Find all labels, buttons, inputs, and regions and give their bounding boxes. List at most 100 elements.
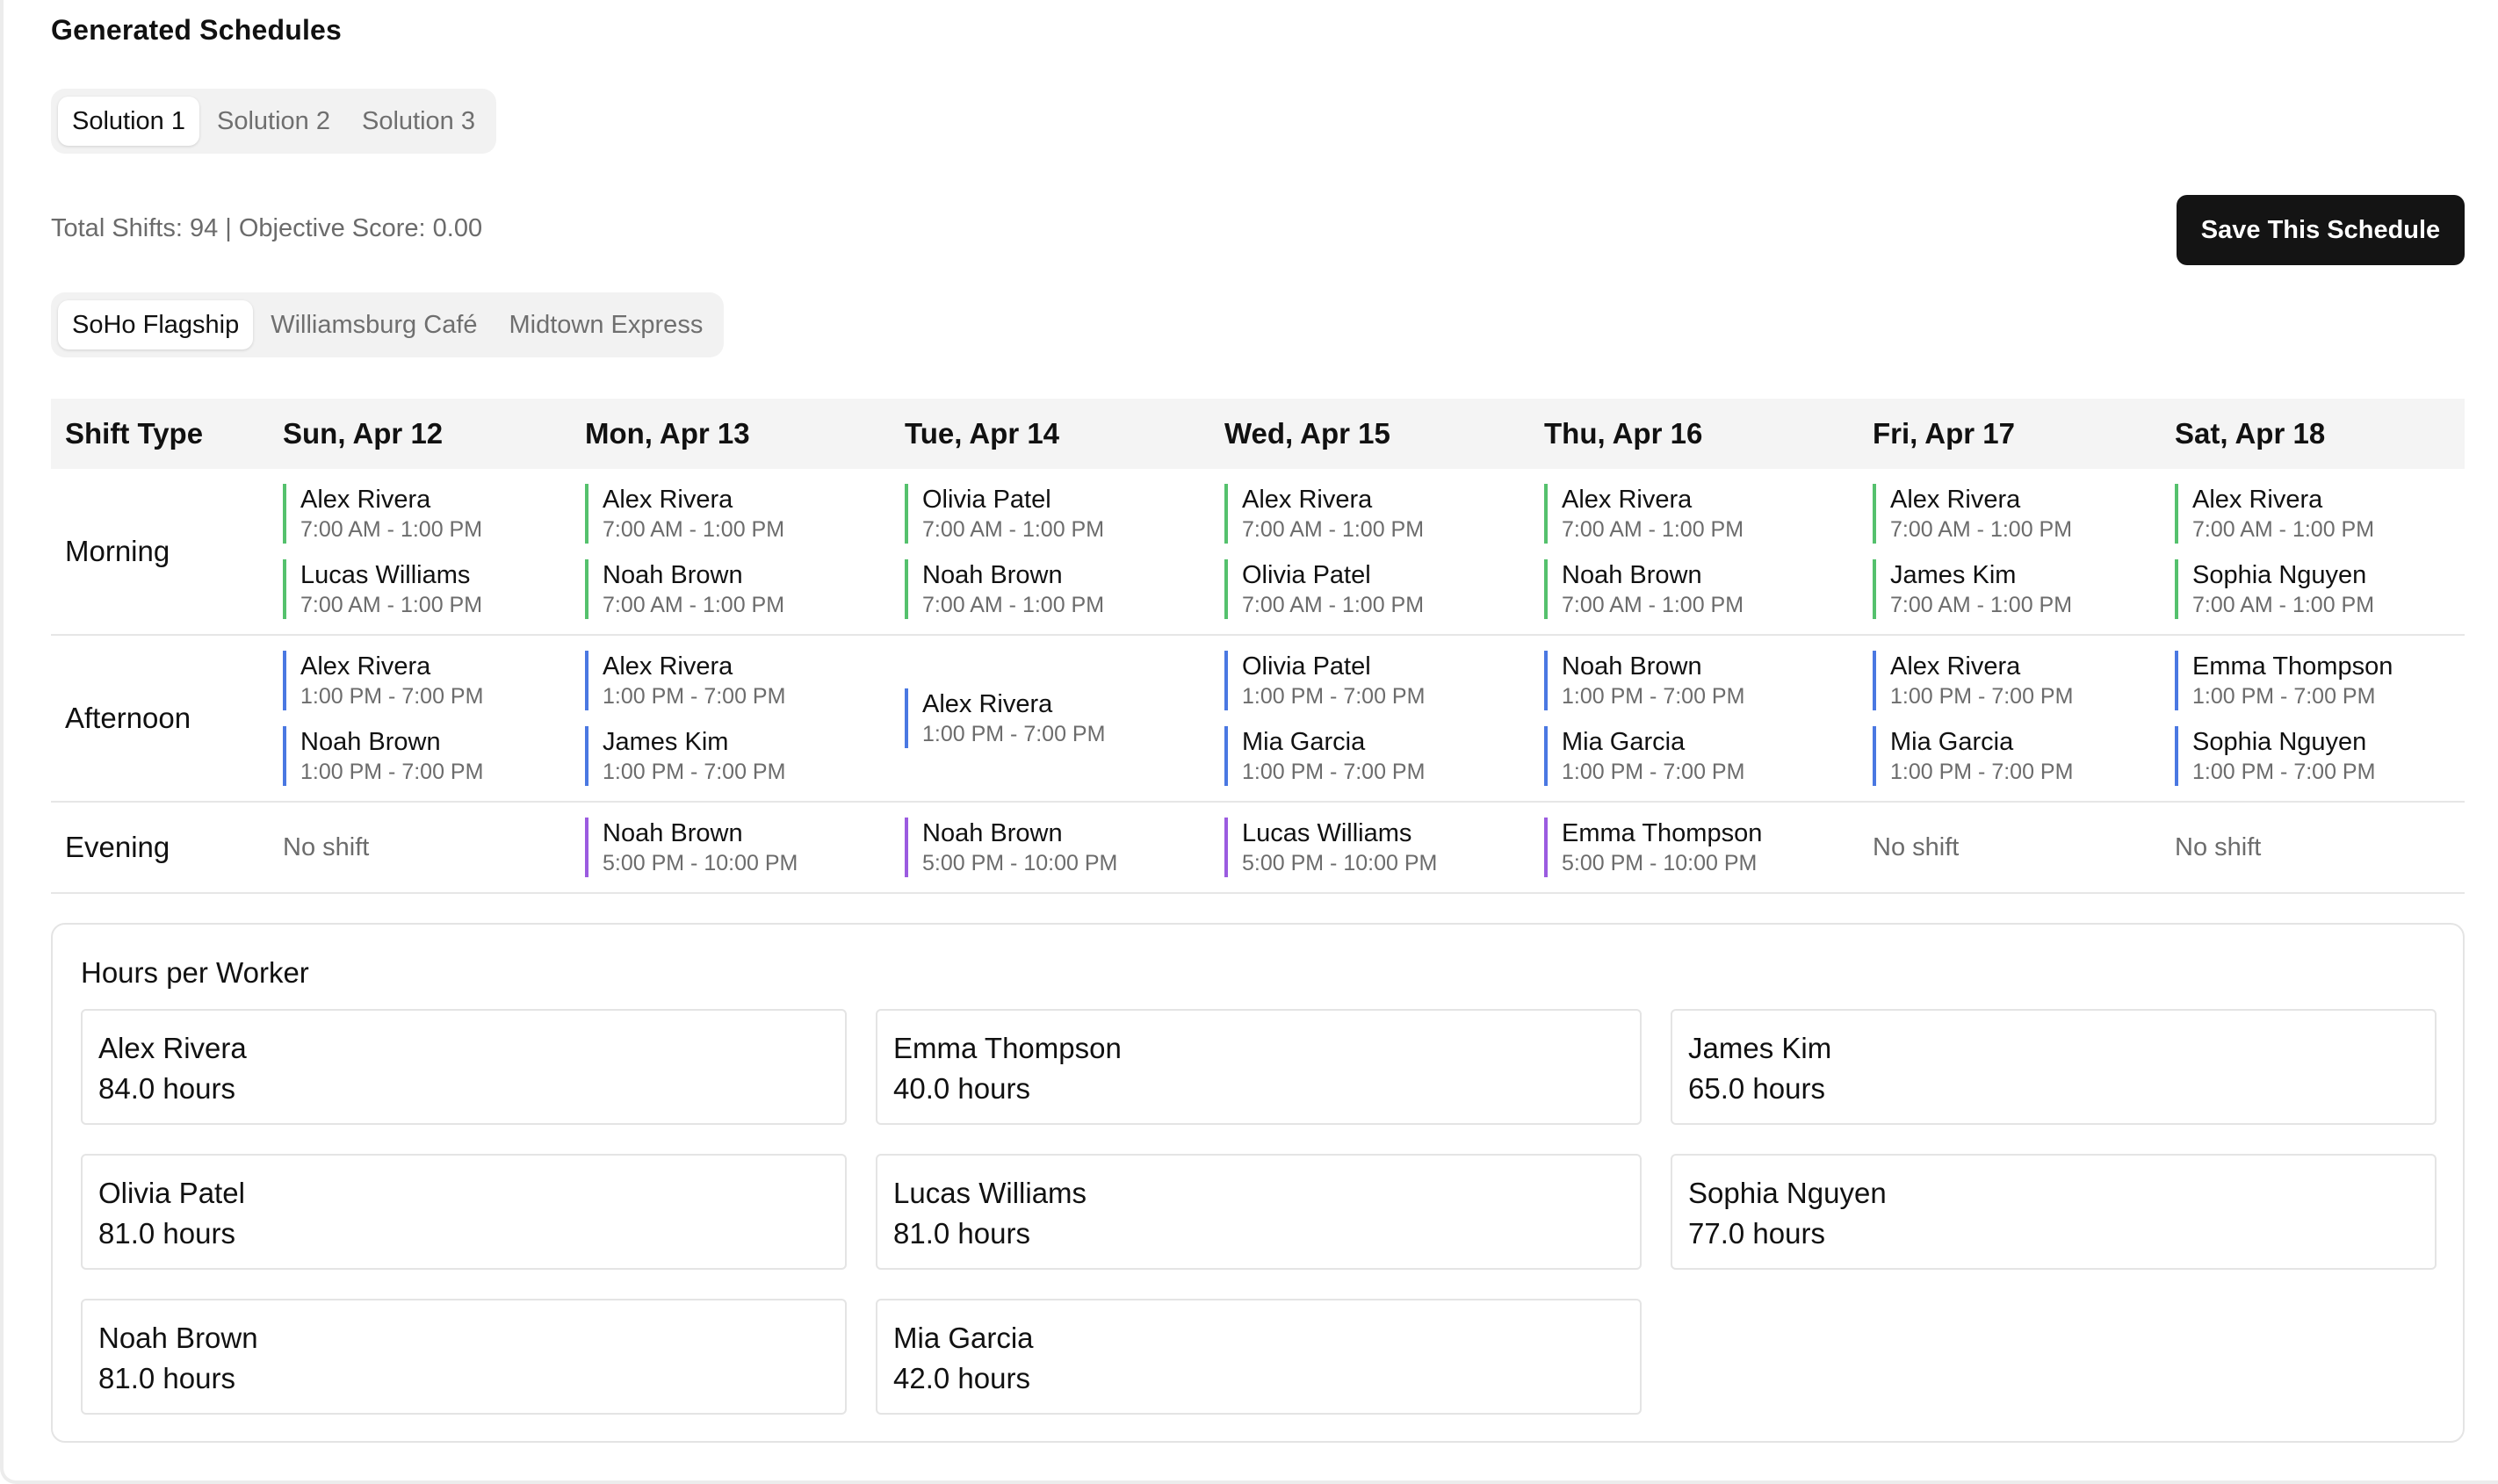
worker-hours-value: 40.0 hours bbox=[893, 1072, 1030, 1105]
shift-time-range: 7:00 AM - 1:00 PM bbox=[2192, 593, 2375, 617]
shift-worker-name: Sophia Nguyen bbox=[2192, 561, 2367, 589]
shift-list: Alex Rivera 7:00 AM - 1:00 PM Olivia Patel… bbox=[1224, 484, 1516, 619]
schedule-cell: Emma Thompson 5:00 PM - 10:00 PM bbox=[1530, 802, 1859, 894]
tab-solution-1[interactable]: Solution 1 bbox=[58, 97, 199, 146]
worker-hours-card: James Kim 65.0 hours bbox=[1671, 1009, 2437, 1125]
shift-assignment[interactable]: Noah Brown 1:00 PM - 7:00 PM bbox=[1544, 651, 1845, 710]
shift-worker-name: Noah Brown bbox=[603, 561, 743, 589]
shift-list: Lucas Williams 5:00 PM - 10:00 PM bbox=[1224, 818, 1516, 877]
schedule-row-evening: Evening No shift Noah Brown 5:00 PM - 10:00… bbox=[51, 802, 2465, 894]
worker-hours-value: 81.0 hours bbox=[98, 1362, 235, 1394]
shift-worker-name: Alex Rivera bbox=[300, 652, 431, 681]
shift-time-range: 1:00 PM - 7:00 PM bbox=[300, 760, 484, 784]
shift-assignment[interactable]: Alex Rivera 7:00 AM - 1:00 PM bbox=[283, 484, 557, 544]
shift-worker-name: Alex Rivera bbox=[1890, 652, 2021, 681]
shift-assignment[interactable]: Mia Garcia 1:00 PM - 7:00 PM bbox=[1544, 726, 1845, 786]
shift-assignment[interactable]: Alex Rivera 1:00 PM - 7:00 PM bbox=[905, 688, 1196, 748]
shift-assignment[interactable]: Sophia Nguyen 7:00 AM - 1:00 PM bbox=[2175, 559, 2451, 619]
shift-assignment[interactable]: Alex Rivera 7:00 AM - 1:00 PM bbox=[1873, 484, 2147, 544]
shift-assignment[interactable]: Mia Garcia 1:00 PM - 7:00 PM bbox=[1873, 726, 2147, 786]
shift-time-range: 1:00 PM - 7:00 PM bbox=[2192, 684, 2376, 709]
shift-assignment[interactable]: Alex Rivera 1:00 PM - 7:00 PM bbox=[283, 651, 557, 710]
shift-assignment[interactable]: Noah Brown 7:00 AM - 1:00 PM bbox=[1544, 559, 1845, 619]
shift-assignment[interactable]: Emma Thompson 1:00 PM - 7:00 PM bbox=[2175, 651, 2451, 710]
shift-time-range: 7:00 AM - 1:00 PM bbox=[1890, 593, 2073, 617]
worker-hours-card: Mia Garcia 42.0 hours bbox=[876, 1299, 1642, 1415]
schedule-table: Shift Type Sun, Apr 12 Mon, Apr 13 Tue, … bbox=[51, 399, 2465, 894]
shift-assignment[interactable]: Noah Brown 7:00 AM - 1:00 PM bbox=[585, 559, 877, 619]
shift-time-range: 1:00 PM - 7:00 PM bbox=[922, 722, 1106, 746]
column-header-day: Fri, Apr 17 bbox=[1859, 399, 2161, 469]
shift-worker-name: Alex Rivera bbox=[300, 486, 431, 514]
shift-assignment[interactable]: Alex Rivera 1:00 PM - 7:00 PM bbox=[1873, 651, 2147, 710]
shift-assignment[interactable]: Alex Rivera 7:00 AM - 1:00 PM bbox=[1544, 484, 1845, 544]
save-schedule-button[interactable]: Save This Schedule bbox=[2177, 195, 2465, 265]
shift-list: Emma Thompson 5:00 PM - 10:00 PM bbox=[1544, 818, 1845, 877]
shift-worker-name: Alex Rivera bbox=[603, 652, 733, 681]
shift-assignment[interactable]: Noah Brown 5:00 PM - 10:00 PM bbox=[585, 818, 877, 877]
shift-assignment[interactable]: Noah Brown 5:00 PM - 10:00 PM bbox=[905, 818, 1196, 877]
shift-worker-name: Sophia Nguyen bbox=[2192, 728, 2367, 756]
column-header-day: Tue, Apr 14 bbox=[891, 399, 1210, 469]
shift-assignment[interactable]: Alex Rivera 7:00 AM - 1:00 PM bbox=[1224, 484, 1516, 544]
shift-assignment[interactable]: Olivia Patel 7:00 AM - 1:00 PM bbox=[905, 484, 1196, 544]
schedule-cell: No shift bbox=[2161, 802, 2465, 894]
worker-hours-grid: Alex Rivera 84.0 hours Emma Thompson 40.0 h… bbox=[81, 1009, 2437, 1415]
hours-per-worker-panel: Hours per Worker Alex Rivera 84.0 hours Em… bbox=[51, 923, 2465, 1443]
shift-list: Alex Rivera 7:00 AM - 1:00 PM Noah Brown 7:… bbox=[1544, 484, 1845, 619]
shift-worker-name: Noah Brown bbox=[1562, 652, 1702, 681]
column-header-shift-type: Shift Type bbox=[51, 399, 269, 469]
worker-hours-card: Emma Thompson 40.0 hours bbox=[876, 1009, 1642, 1125]
shift-time-range: 1:00 PM - 7:00 PM bbox=[603, 684, 786, 709]
shift-assignment[interactable]: Noah Brown 7:00 AM - 1:00 PM bbox=[905, 559, 1196, 619]
tab-solution-2[interactable]: Solution 2 bbox=[203, 97, 344, 146]
shift-worker-name: Noah Brown bbox=[922, 561, 1063, 589]
shift-worker-name: James Kim bbox=[603, 728, 729, 756]
schedule-cell: Olivia Patel 7:00 AM - 1:00 PM Noah Brown 7… bbox=[891, 469, 1210, 636]
shift-worker-name: Noah Brown bbox=[922, 819, 1063, 847]
shift-worker-name: Noah Brown bbox=[300, 728, 441, 756]
shift-worker-name: Lucas Williams bbox=[1242, 819, 1412, 847]
shift-list: Noah Brown 1:00 PM - 7:00 PM Mia Garcia 1:0… bbox=[1544, 651, 1845, 786]
shift-time-range: 1:00 PM - 7:00 PM bbox=[1562, 760, 1745, 784]
shift-worker-name: Olivia Patel bbox=[1242, 652, 1371, 681]
worker-name: Sophia Nguyen bbox=[1688, 1177, 1887, 1209]
column-header-day: Sat, Apr 18 bbox=[2161, 399, 2465, 469]
shift-worker-name: Olivia Patel bbox=[1242, 561, 1371, 589]
shift-worker-name: James Kim bbox=[1890, 561, 2017, 589]
shift-assignment[interactable]: Noah Brown 1:00 PM - 7:00 PM bbox=[283, 726, 557, 786]
worker-hours-value: 65.0 hours bbox=[1688, 1072, 1825, 1105]
shift-list: Olivia Patel 7:00 AM - 1:00 PM Noah Brown 7… bbox=[905, 484, 1196, 619]
schedule-cell: No shift bbox=[269, 802, 571, 894]
shift-time-range: 7:00 AM - 1:00 PM bbox=[2192, 517, 2375, 542]
shift-assignment[interactable]: Lucas Williams 5:00 PM - 10:00 PM bbox=[1224, 818, 1516, 877]
shift-assignment[interactable]: Emma Thompson 5:00 PM - 10:00 PM bbox=[1544, 818, 1845, 877]
shift-assignment[interactable]: James Kim 1:00 PM - 7:00 PM bbox=[585, 726, 877, 786]
tab-solution-3[interactable]: Solution 3 bbox=[348, 97, 489, 146]
tab-location-midtown-express[interactable]: Midtown Express bbox=[495, 300, 718, 349]
shift-assignment[interactable]: Lucas Williams 7:00 AM - 1:00 PM bbox=[283, 559, 557, 619]
worker-name: Mia Garcia bbox=[893, 1322, 1034, 1354]
shift-worker-name: Emma Thompson bbox=[2192, 652, 2393, 681]
schedule-cell: Olivia Patel 1:00 PM - 7:00 PM Mia Garcia 1… bbox=[1210, 635, 1530, 803]
shift-time-range: 7:00 AM - 1:00 PM bbox=[1242, 517, 1425, 542]
shift-assignment[interactable]: Olivia Patel 1:00 PM - 7:00 PM bbox=[1224, 651, 1516, 710]
column-header-day: Sun, Apr 12 bbox=[269, 399, 571, 469]
shift-assignment[interactable]: James Kim 7:00 AM - 1:00 PM bbox=[1873, 559, 2147, 619]
tab-location-williamsburg-cafe[interactable]: Williamsburg Café bbox=[256, 300, 491, 349]
shift-assignment[interactable]: Alex Rivera 1:00 PM - 7:00 PM bbox=[585, 651, 877, 710]
shift-assignment[interactable]: Alex Rivera 7:00 AM - 1:00 PM bbox=[2175, 484, 2451, 544]
shift-time-range: 1:00 PM - 7:00 PM bbox=[2192, 760, 2376, 784]
worker-name: Olivia Patel bbox=[98, 1177, 245, 1209]
shift-time-range: 1:00 PM - 7:00 PM bbox=[1242, 684, 1426, 709]
schedule-cell: Emma Thompson 1:00 PM - 7:00 PM Sophia Ngu… bbox=[2161, 635, 2465, 803]
shift-assignment[interactable]: Mia Garcia 1:00 PM - 7:00 PM bbox=[1224, 726, 1516, 786]
schedule-cell: Alex Rivera 7:00 AM - 1:00 PM Olivia Patel… bbox=[1210, 469, 1530, 636]
schedule-cell: Alex Rivera 7:00 AM - 1:00 PM Noah Brown 7:… bbox=[1530, 469, 1859, 636]
tab-location-soho-flagship[interactable]: SoHo Flagship bbox=[58, 300, 254, 349]
shift-assignment[interactable]: Alex Rivera 7:00 AM - 1:00 PM bbox=[585, 484, 877, 544]
shift-assignment[interactable]: Sophia Nguyen 1:00 PM - 7:00 PM bbox=[2175, 726, 2451, 786]
shift-assignment[interactable]: Olivia Patel 7:00 AM - 1:00 PM bbox=[1224, 559, 1516, 619]
shift-list: Alex Rivera 7:00 AM - 1:00 PM Noah Brown 7:… bbox=[585, 484, 877, 619]
shift-list: Alex Rivera 1:00 PM - 7:00 PM bbox=[905, 688, 1196, 748]
